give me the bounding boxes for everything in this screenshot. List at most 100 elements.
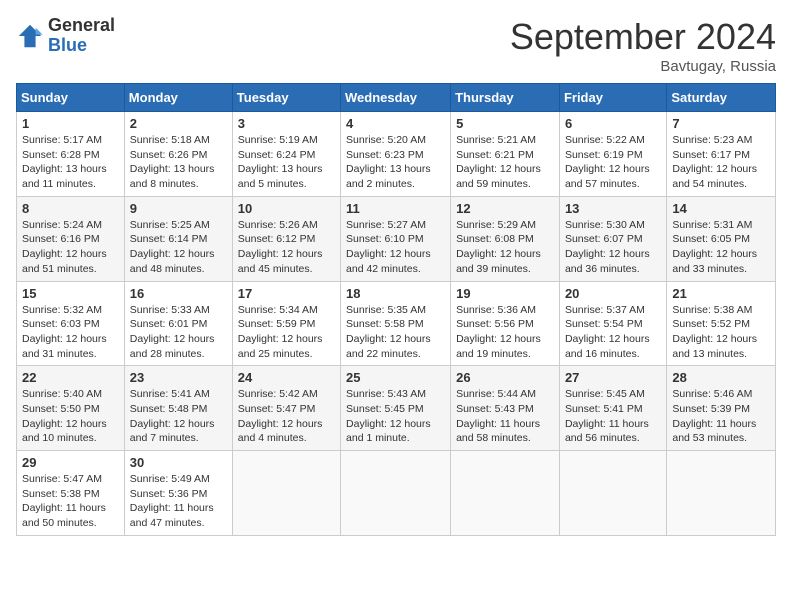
day-number: 23 (130, 370, 227, 385)
calendar-cell: 17 Sunrise: 5:34 AMSunset: 5:59 PMDayligh… (232, 281, 340, 366)
day-number: 1 (22, 116, 119, 131)
calendar-cell: 4 Sunrise: 5:20 AMSunset: 6:23 PMDaylight… (341, 112, 451, 197)
day-number: 22 (22, 370, 119, 385)
calendar-body: 1 Sunrise: 5:17 AMSunset: 6:28 PMDaylight… (17, 112, 776, 536)
calendar-cell (451, 451, 560, 536)
calendar-cell: 21 Sunrise: 5:38 AMSunset: 5:52 PMDayligh… (667, 281, 776, 366)
calendar-cell: 22 Sunrise: 5:40 AMSunset: 5:50 PMDayligh… (17, 366, 125, 451)
calendar-cell: 18 Sunrise: 5:35 AMSunset: 5:58 PMDayligh… (341, 281, 451, 366)
day-header: Tuesday (232, 84, 340, 112)
calendar-cell: 7 Sunrise: 5:23 AMSunset: 6:17 PMDaylight… (667, 112, 776, 197)
day-header: Monday (124, 84, 232, 112)
day-info: Sunrise: 5:46 AMSunset: 5:39 PMDaylight:… (672, 388, 756, 444)
day-info: Sunrise: 5:43 AMSunset: 5:45 PMDaylight:… (346, 388, 431, 444)
day-info: Sunrise: 5:20 AMSunset: 6:23 PMDaylight:… (346, 134, 431, 190)
day-header: Thursday (451, 84, 560, 112)
day-info: Sunrise: 5:42 AMSunset: 5:47 PMDaylight:… (238, 388, 323, 444)
day-info: Sunrise: 5:41 AMSunset: 5:48 PMDaylight:… (130, 388, 215, 444)
day-info: Sunrise: 5:49 AMSunset: 5:36 PMDaylight:… (130, 473, 214, 529)
calendar-cell: 24 Sunrise: 5:42 AMSunset: 5:47 PMDayligh… (232, 366, 340, 451)
day-info: Sunrise: 5:38 AMSunset: 5:52 PMDaylight:… (672, 304, 757, 360)
title-block: September 2024 Bavtugay, Russia (510, 16, 776, 75)
day-info: Sunrise: 5:18 AMSunset: 6:26 PMDaylight:… (130, 134, 215, 190)
day-number: 21 (672, 286, 770, 301)
location: Bavtugay, Russia (510, 58, 776, 75)
day-number: 29 (22, 455, 119, 470)
day-info: Sunrise: 5:23 AMSunset: 6:17 PMDaylight:… (672, 134, 757, 190)
calendar-cell: 6 Sunrise: 5:22 AMSunset: 6:19 PMDaylight… (559, 112, 666, 197)
day-number: 13 (565, 201, 661, 216)
logo-text: General Blue (48, 16, 115, 56)
day-number: 15 (22, 286, 119, 301)
day-info: Sunrise: 5:37 AMSunset: 5:54 PMDaylight:… (565, 304, 650, 360)
calendar-cell: 29 Sunrise: 5:47 AMSunset: 5:38 PMDayligh… (17, 451, 125, 536)
calendar-cell: 30 Sunrise: 5:49 AMSunset: 5:36 PMDayligh… (124, 451, 232, 536)
day-header: Friday (559, 84, 666, 112)
logo-icon (16, 22, 44, 50)
day-info: Sunrise: 5:45 AMSunset: 5:41 PMDaylight:… (565, 388, 649, 444)
day-info: Sunrise: 5:25 AMSunset: 6:14 PMDaylight:… (130, 219, 215, 275)
day-number: 6 (565, 116, 661, 131)
day-number: 30 (130, 455, 227, 470)
day-number: 11 (346, 201, 445, 216)
day-header: Saturday (667, 84, 776, 112)
day-info: Sunrise: 5:33 AMSunset: 6:01 PMDaylight:… (130, 304, 215, 360)
calendar-cell: 9Sunrise: 5:25 AMSunset: 6:14 PMDaylight… (124, 196, 232, 281)
day-number: 28 (672, 370, 770, 385)
day-number: 4 (346, 116, 445, 131)
day-info: Sunrise: 5:24 AMSunset: 6:16 PMDaylight:… (22, 219, 107, 275)
calendar-cell: 3Sunrise: 5:19 AMSunset: 6:24 PMDaylight… (232, 112, 340, 197)
calendar-cell: 5 Sunrise: 5:21 AMSunset: 6:21 PMDaylight… (451, 112, 560, 197)
day-info: Sunrise: 5:35 AMSunset: 5:58 PMDaylight:… (346, 304, 431, 360)
day-info: Sunrise: 5:40 AMSunset: 5:50 PMDaylight:… (22, 388, 107, 444)
day-number: 25 (346, 370, 445, 385)
month-title: September 2024 (510, 16, 776, 58)
calendar-cell: 8 Sunrise: 5:24 AMSunset: 6:16 PMDaylight… (17, 196, 125, 281)
day-number: 18 (346, 286, 445, 301)
calendar-cell: 10 Sunrise: 5:26 AMSunset: 6:12 PMDayligh… (232, 196, 340, 281)
calendar-cell: 23 Sunrise: 5:41 AMSunset: 5:48 PMDayligh… (124, 366, 232, 451)
calendar-cell: 12 Sunrise: 5:29 AMSunset: 6:08 PMDayligh… (451, 196, 560, 281)
calendar-cell: 25 Sunrise: 5:43 AMSunset: 5:45 PMDayligh… (341, 366, 451, 451)
day-number: 5 (456, 116, 554, 131)
logo-general: General (48, 16, 115, 36)
calendar-cell (667, 451, 776, 536)
day-info: Sunrise: 5:31 AMSunset: 6:05 PMDaylight:… (672, 219, 757, 275)
page-header: General Blue September 2024 Bavtugay, Ru… (16, 16, 776, 75)
calendar-cell: 20 Sunrise: 5:37 AMSunset: 5:54 PMDayligh… (559, 281, 666, 366)
day-number: 12 (456, 201, 554, 216)
day-number: 7 (672, 116, 770, 131)
day-info: Sunrise: 5:34 AMSunset: 5:59 PMDaylight:… (238, 304, 323, 360)
day-number: 10 (238, 201, 335, 216)
day-info: Sunrise: 5:32 AMSunset: 6:03 PMDaylight:… (22, 304, 107, 360)
calendar-header: SundayMondayTuesdayWednesdayThursdayFrid… (17, 84, 776, 112)
day-header: Sunday (17, 84, 125, 112)
day-number: 2 (130, 116, 227, 131)
calendar-cell: 14 Sunrise: 5:31 AMSunset: 6:05 PMDayligh… (667, 196, 776, 281)
calendar-cell (559, 451, 666, 536)
day-info: Sunrise: 5:30 AMSunset: 6:07 PMDaylight:… (565, 219, 650, 275)
calendar-cell: 26 Sunrise: 5:44 AMSunset: 5:43 PMDayligh… (451, 366, 560, 451)
day-info: Sunrise: 5:17 AMSunset: 6:28 PMDaylight:… (22, 134, 107, 190)
calendar-cell: 16Sunrise: 5:33 AMSunset: 6:01 PMDayligh… (124, 281, 232, 366)
calendar-cell: 19 Sunrise: 5:36 AMSunset: 5:56 PMDayligh… (451, 281, 560, 366)
calendar-cell: 27 Sunrise: 5:45 AMSunset: 5:41 PMDayligh… (559, 366, 666, 451)
day-number: 8 (22, 201, 119, 216)
day-number: 20 (565, 286, 661, 301)
day-number: 27 (565, 370, 661, 385)
day-info: Sunrise: 5:22 AMSunset: 6:19 PMDaylight:… (565, 134, 650, 190)
day-number: 26 (456, 370, 554, 385)
day-number: 24 (238, 370, 335, 385)
day-info: Sunrise: 5:44 AMSunset: 5:43 PMDaylight:… (456, 388, 540, 444)
day-number: 3 (238, 116, 335, 131)
day-info: Sunrise: 5:47 AMSunset: 5:38 PMDaylight:… (22, 473, 106, 529)
day-info: Sunrise: 5:29 AMSunset: 6:08 PMDaylight:… (456, 219, 541, 275)
day-info: Sunrise: 5:26 AMSunset: 6:12 PMDaylight:… (238, 219, 323, 275)
day-info: Sunrise: 5:21 AMSunset: 6:21 PMDaylight:… (456, 134, 541, 190)
day-info: Sunrise: 5:36 AMSunset: 5:56 PMDaylight:… (456, 304, 541, 360)
day-number: 19 (456, 286, 554, 301)
day-number: 17 (238, 286, 335, 301)
logo: General Blue (16, 16, 115, 56)
calendar-cell (232, 451, 340, 536)
day-number: 14 (672, 201, 770, 216)
